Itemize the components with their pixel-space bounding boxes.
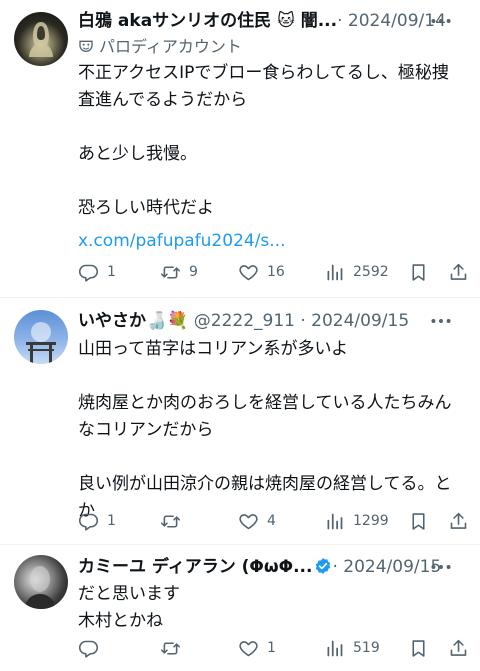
bookmark-icon — [408, 638, 429, 659]
reply-button[interactable]: 1 — [78, 507, 116, 535]
share-button[interactable] — [448, 634, 469, 662]
views-button[interactable]: 1299 — [324, 507, 389, 535]
tweet-3[interactable]: カミーユ ディアラン (ΦωΦ... · 2024/09/15 だと思います 木村… — [0, 545, 480, 671]
display-name[interactable]: 白鴉 akaサンリオの住民 🐱 闇... — [78, 11, 337, 31]
views-count: 519 — [353, 640, 380, 656]
like-icon — [238, 511, 259, 532]
repost-button[interactable] — [160, 634, 189, 662]
tweet-link[interactable]: x.com/pafupafu2024/s... — [78, 229, 286, 253]
views-icon — [324, 638, 345, 659]
avatar[interactable] — [14, 12, 68, 66]
reply-count: 1 — [107, 264, 116, 280]
like-button[interactable]: 16 — [238, 258, 285, 286]
handle-timestamp[interactable]: @2222_911 · 2024/09/15 — [194, 311, 409, 331]
reply-button[interactable] — [78, 634, 107, 662]
views-button[interactable]: 2592 — [324, 258, 389, 286]
views-button[interactable]: 519 — [324, 634, 380, 662]
action-bar: 1 9 16 2592 — [78, 258, 470, 286]
tweet-text: 不正アクセスIPでブロー食らわしてるし、極秘捜 査進んでるようだから あと少し我… — [78, 63, 449, 218]
tweet-header: いやさか🍶💐 @2222_911 · 2024/09/15 — [78, 308, 468, 334]
like-icon — [238, 638, 259, 659]
bookmark-icon — [408, 511, 429, 532]
reply-icon — [78, 638, 99, 659]
more-icon[interactable] — [428, 8, 454, 34]
views-icon — [324, 511, 345, 532]
repost-icon — [160, 262, 181, 283]
views-count: 2592 — [353, 264, 389, 280]
share-icon — [448, 511, 469, 532]
repost-button[interactable] — [160, 507, 189, 535]
share-icon — [448, 262, 469, 283]
reply-icon — [78, 511, 99, 532]
parody-mask-icon — [79, 40, 93, 52]
like-button[interactable]: 4 — [238, 507, 276, 535]
avatar[interactable] — [14, 555, 68, 609]
avatar[interactable] — [14, 310, 68, 364]
more-icon[interactable] — [428, 554, 454, 580]
action-bar: 1 4 1299 — [78, 507, 470, 535]
like-button[interactable]: 1 — [238, 634, 276, 662]
like-count: 16 — [267, 264, 285, 280]
like-count: 4 — [267, 513, 276, 529]
views-icon — [324, 262, 345, 283]
tweet-header: カミーユ ディアラン (ΦωΦ... · 2024/09/15 — [78, 554, 468, 580]
share-button[interactable] — [448, 507, 469, 535]
tweet-text: だと思います 木村とかね — [78, 584, 180, 631]
verified-icon — [316, 558, 331, 574]
more-icon[interactable] — [428, 308, 454, 334]
repost-button[interactable]: 9 — [160, 258, 198, 286]
bookmark-button[interactable] — [408, 507, 429, 535]
bookmark-button[interactable] — [408, 634, 429, 662]
display-name[interactable]: カミーユ ディアラン (ΦωΦ... — [78, 557, 312, 577]
bookmark-button[interactable] — [408, 258, 429, 286]
tweet-1[interactable]: 白鴉 akaサンリオの住民 🐱 闇...· 2024/09/14 パロディアカウ… — [0, 0, 480, 300]
reply-button[interactable]: 1 — [78, 258, 116, 286]
like-count: 1 — [267, 640, 276, 656]
tweet-header: 白鴉 akaサンリオの住民 🐱 闇...· 2024/09/14 — [78, 8, 468, 34]
display-name[interactable]: いやさか🍶💐 — [78, 311, 188, 331]
share-button[interactable] — [448, 258, 469, 286]
views-count: 1299 — [353, 513, 389, 529]
reply-count: 1 — [107, 513, 116, 529]
timestamp[interactable]: · 2024/09/15 — [332, 557, 441, 577]
like-icon — [238, 262, 259, 283]
parody-label-text: パロディアカウント — [99, 37, 242, 56]
bookmark-icon — [408, 262, 429, 283]
repost-count: 9 — [189, 264, 198, 280]
reply-icon — [78, 262, 99, 283]
parody-label: パロディアカウント — [78, 36, 242, 58]
repost-icon — [160, 511, 181, 532]
tweet-2[interactable]: いやさか🍶💐 @2222_911 · 2024/09/15 山田って苗字はコリア… — [0, 298, 480, 538]
tweet-text: 山田って苗字はコリアン系が多いよ 焼肉屋とか肉のおろしを経営している人たちみん … — [78, 339, 452, 521]
action-bar: 1 519 — [78, 634, 470, 662]
repost-icon — [160, 638, 181, 659]
share-icon — [448, 638, 469, 659]
